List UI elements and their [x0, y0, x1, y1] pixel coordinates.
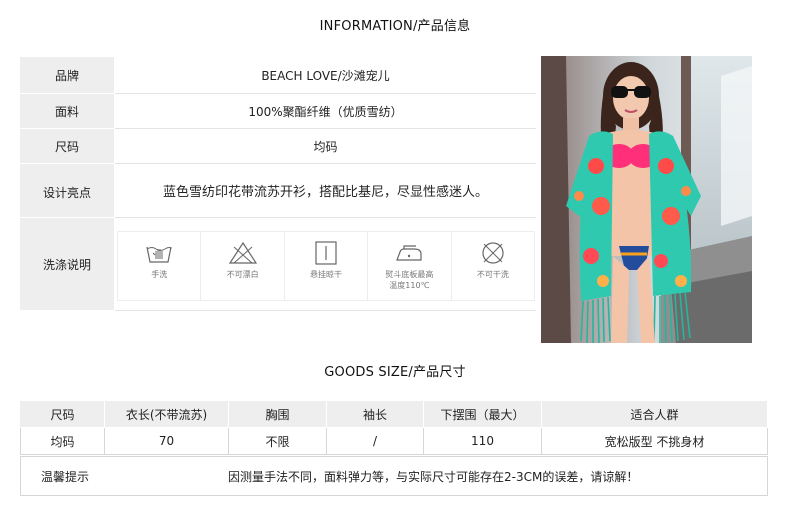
header-cell: 袖长: [327, 401, 424, 428]
header-cell: 胸围: [229, 401, 327, 428]
care-no-dry-clean: 不可干洗: [452, 232, 534, 300]
header-cell: 衣长(不带流苏): [105, 401, 229, 428]
size-value: 均码: [115, 129, 536, 164]
care-icons-row: 手洗 不可漂白 悬挂晾干 熨斗底板最高 温度110℃ 不可干洗: [117, 231, 535, 301]
care-iron: 熨斗底板最高 温度110℃: [368, 232, 452, 300]
care-hang-dry: 悬挂晾干: [285, 232, 369, 300]
no-dry-clean-icon: [482, 242, 504, 264]
header-cell: 适合人群: [542, 401, 768, 428]
material-label: 面料: [20, 94, 114, 128]
brand-value: BEACH LOVE/沙滩宠儿: [115, 57, 536, 94]
tip-row: 温馨提示 因测量手法不同，面料弹力等，与实际尺寸可能存在2-3CM的误差，请谅解…: [20, 456, 768, 496]
care-text: 熨斗底板最高 温度110℃: [385, 270, 434, 290]
tip-text: 因测量手法不同，面料弹力等，与实际尺寸可能存在2-3CM的误差，请谅解！: [228, 469, 639, 484]
care-instructions: 手洗 不可漂白 悬挂晾干 熨斗底板最高 温度110℃ 不可干洗: [115, 218, 536, 311]
tip-label: 温馨提示: [41, 469, 90, 484]
care-hand-wash: 手洗: [118, 232, 202, 300]
no-bleach-icon: [228, 241, 257, 264]
iron-icon: [396, 245, 423, 261]
care-text: 不可干洗: [476, 270, 509, 279]
table-cell: 均码: [20, 428, 105, 455]
header-cell: 下摆围（最大）: [424, 401, 542, 428]
hand-wash-icon: [146, 246, 172, 263]
table-cell: /: [327, 428, 424, 455]
highlight-value: 蓝色雪纺印花带流苏开衫，搭配比基尼，尽显性感迷人。: [115, 164, 536, 218]
product-photo: [541, 56, 752, 343]
care-label: 洗涤说明: [20, 218, 114, 310]
header-cell: 尺码: [20, 401, 105, 428]
info-section-title: INFORMATION/产品信息: [319, 19, 471, 34]
care-text: 悬挂晾干: [310, 270, 343, 279]
table-cell: 宽松版型 不挑身材: [542, 428, 768, 455]
table-cell: 110: [424, 428, 542, 455]
material-value: 100%聚酯纤维（优质雪纺）: [115, 94, 536, 129]
size-table-header: 尺码 衣长(不带流苏) 胸围 袖长 下摆围（最大） 适合人群: [20, 401, 768, 428]
size-section-title: GOODS SIZE/产品尺寸: [324, 365, 466, 380]
hang-dry-icon: [315, 241, 337, 265]
table-cell: 70: [105, 428, 229, 455]
product-info-table: 品牌 BEACH LOVE/沙滩宠儿 面料 100%聚酯纤维（优质雪纺） 尺码 …: [20, 57, 536, 311]
size-table-row: 均码 70 不限 / 110 宽松版型 不挑身材: [20, 428, 768, 455]
size-label: 尺码: [20, 129, 114, 163]
care-text: 不可漂白: [226, 270, 259, 279]
care-text: 手洗: [151, 270, 168, 279]
care-no-bleach: 不可漂白: [201, 232, 285, 300]
table-cell: 不限: [229, 428, 327, 455]
highlight-label: 设计亮点: [20, 164, 114, 217]
brand-label: 品牌: [20, 57, 114, 93]
